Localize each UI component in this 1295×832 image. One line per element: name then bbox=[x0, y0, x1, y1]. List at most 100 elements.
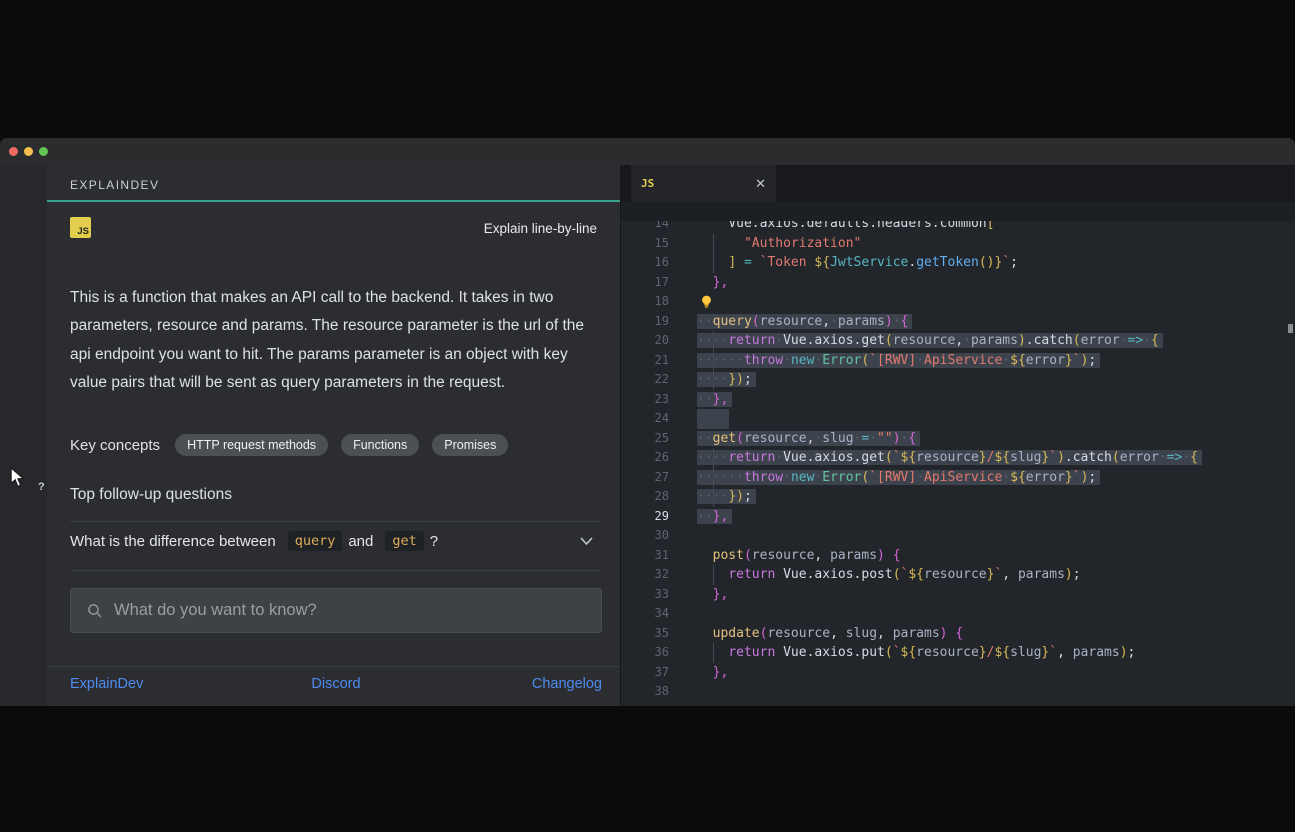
code-line: 28····}); bbox=[621, 487, 1295, 507]
app-window: ? EXPLAINDEV JS Explain line-by-line Thi… bbox=[0, 138, 1295, 706]
question-code-chip-get: get bbox=[385, 531, 423, 551]
line-number: 25 bbox=[621, 429, 669, 449]
line-number: 17 bbox=[621, 273, 669, 293]
line-number: 29 bbox=[621, 507, 669, 527]
line-number: 20 bbox=[621, 331, 669, 351]
indent-guide bbox=[713, 234, 714, 254]
cursor-help-hint: ? bbox=[38, 481, 45, 493]
footer-link-discord[interactable]: Discord bbox=[311, 676, 360, 692]
line-number: 31 bbox=[621, 546, 669, 566]
question-code-chip-query: query bbox=[288, 531, 343, 551]
code-line: 25··get(resource,·slug·=·"")·{ bbox=[621, 429, 1295, 449]
indent-guide bbox=[713, 565, 714, 585]
lightbulb-icon[interactable] bbox=[701, 295, 712, 317]
key-concept-pills: HTTP request methods Functions Promises bbox=[175, 434, 508, 456]
js-file-icon: JS bbox=[641, 177, 654, 190]
indent-guide bbox=[713, 351, 714, 371]
close-window-button[interactable] bbox=[9, 147, 18, 156]
ask-question-input[interactable] bbox=[112, 600, 601, 621]
line-number: 26 bbox=[621, 448, 669, 468]
code-line: 30 bbox=[621, 526, 1295, 546]
line-number: 32 bbox=[621, 565, 669, 585]
code-line: 37 }, bbox=[621, 663, 1295, 683]
activity-strip: ? bbox=[0, 165, 47, 706]
code-line: 35 update(resource, slug, params) { bbox=[621, 624, 1295, 644]
titlebar bbox=[0, 138, 1295, 165]
key-concept-pill[interactable]: Promises bbox=[432, 434, 508, 456]
code-lines: 14 Vue.axios.defaults.headers.common[15 … bbox=[621, 221, 1295, 702]
footer-link-explaindev[interactable]: ExplainDev bbox=[70, 676, 143, 692]
chevron-down-icon bbox=[579, 536, 594, 546]
indent-guide bbox=[713, 370, 714, 390]
code-line: 20····return·Vue.axios.get(resource,·par… bbox=[621, 331, 1295, 351]
line-number: 36 bbox=[621, 643, 669, 663]
key-concept-pill[interactable]: HTTP request methods bbox=[175, 434, 328, 456]
line-number: 21 bbox=[621, 351, 669, 371]
line-number: 15 bbox=[621, 234, 669, 254]
editor-tab[interactable]: JS ✕ bbox=[631, 165, 776, 202]
code-line: 31 post(resource, params) { bbox=[621, 546, 1295, 566]
indent-guide bbox=[713, 331, 714, 351]
followup-question-row[interactable]: What is the difference between query and… bbox=[70, 531, 600, 551]
explaindev-panel: EXPLAINDEV JS Explain line-by-line This … bbox=[47, 165, 620, 706]
code-line: 38 bbox=[621, 682, 1295, 702]
ask-question-field[interactable] bbox=[70, 588, 602, 633]
line-number: 23 bbox=[621, 390, 669, 410]
minimize-window-button[interactable] bbox=[24, 147, 33, 156]
panel-accent-rule bbox=[47, 200, 620, 202]
key-concepts-label: Key concepts bbox=[70, 437, 160, 454]
code-line: 34 bbox=[621, 604, 1295, 624]
footer-links: ExplainDev Discord Changelog bbox=[70, 676, 602, 692]
code-viewport[interactable]: 14 Vue.axios.defaults.headers.common[15 … bbox=[621, 221, 1295, 706]
footer-link-changelog[interactable]: Changelog bbox=[532, 676, 602, 692]
line-number: 37 bbox=[621, 663, 669, 683]
line-number: 38 bbox=[621, 682, 669, 702]
indent-guide bbox=[713, 487, 714, 507]
zoom-window-button[interactable] bbox=[39, 147, 48, 156]
key-concepts-row: Key concepts HTTP request methods Functio… bbox=[70, 434, 508, 456]
explanation-text: This is a function that makes an API cal… bbox=[70, 284, 602, 398]
code-line: 23··}, bbox=[621, 390, 1295, 410]
divider bbox=[70, 570, 600, 571]
question-text-suffix: ? bbox=[430, 533, 438, 550]
code-line: 15 "Authorization" bbox=[621, 234, 1295, 254]
line-number: 28 bbox=[621, 487, 669, 507]
code-line: 27······throw·new·Error(`[RWV]·ApiServic… bbox=[621, 468, 1295, 488]
key-concept-pill[interactable]: Functions bbox=[341, 434, 419, 456]
code-line: 21······throw·new·Error(`[RWV]·ApiServic… bbox=[621, 351, 1295, 371]
code-editor[interactable]: JS ✕ 14 Vue.axios.defaults.headers.commo… bbox=[620, 165, 1295, 706]
line-number: 19 bbox=[621, 312, 669, 332]
indent-guide bbox=[713, 253, 714, 273]
line-number: 33 bbox=[621, 585, 669, 605]
question-text-prefix: What is the difference between bbox=[70, 533, 276, 550]
explain-mode-label: Explain line-by-line bbox=[484, 221, 597, 236]
line-number: 30 bbox=[621, 526, 669, 546]
search-icon bbox=[87, 603, 103, 619]
followup-questions-label: Top follow-up questions bbox=[70, 486, 232, 504]
panel-title: EXPLAINDEV bbox=[70, 178, 159, 192]
line-number: 18 bbox=[621, 292, 669, 312]
line-number: 24 bbox=[621, 409, 669, 429]
code-line: 33 }, bbox=[621, 585, 1295, 605]
code-line: 19··query(resource,·params)·{ bbox=[621, 312, 1295, 332]
code-line: 16 ] = `Token ${JwtService.getToken()}`; bbox=[621, 253, 1295, 273]
line-number: 35 bbox=[621, 624, 669, 644]
code-line: 32 return Vue.axios.post(`${resource}`, … bbox=[621, 565, 1295, 585]
scrollbar-thumb[interactable] bbox=[1288, 324, 1293, 333]
breadcrumb-bar bbox=[621, 202, 1295, 221]
code-line: 22····}); bbox=[621, 370, 1295, 390]
editor-tab-bar: JS ✕ bbox=[621, 165, 1295, 202]
indent-guide bbox=[713, 448, 714, 468]
code-line: 29··}, bbox=[621, 507, 1295, 527]
close-tab-icon[interactable]: ✕ bbox=[755, 177, 766, 190]
footer-divider bbox=[47, 666, 620, 667]
indent-guide bbox=[713, 468, 714, 488]
line-number: 34 bbox=[621, 604, 669, 624]
divider bbox=[70, 521, 600, 522]
line-number: 16 bbox=[621, 253, 669, 273]
language-badge: JS bbox=[70, 217, 91, 238]
code-line: 24 bbox=[621, 409, 1295, 429]
question-text-middle: and bbox=[348, 533, 373, 550]
line-number: 27 bbox=[621, 468, 669, 488]
code-line: 36 return Vue.axios.put(`${resource}/${s… bbox=[621, 643, 1295, 663]
